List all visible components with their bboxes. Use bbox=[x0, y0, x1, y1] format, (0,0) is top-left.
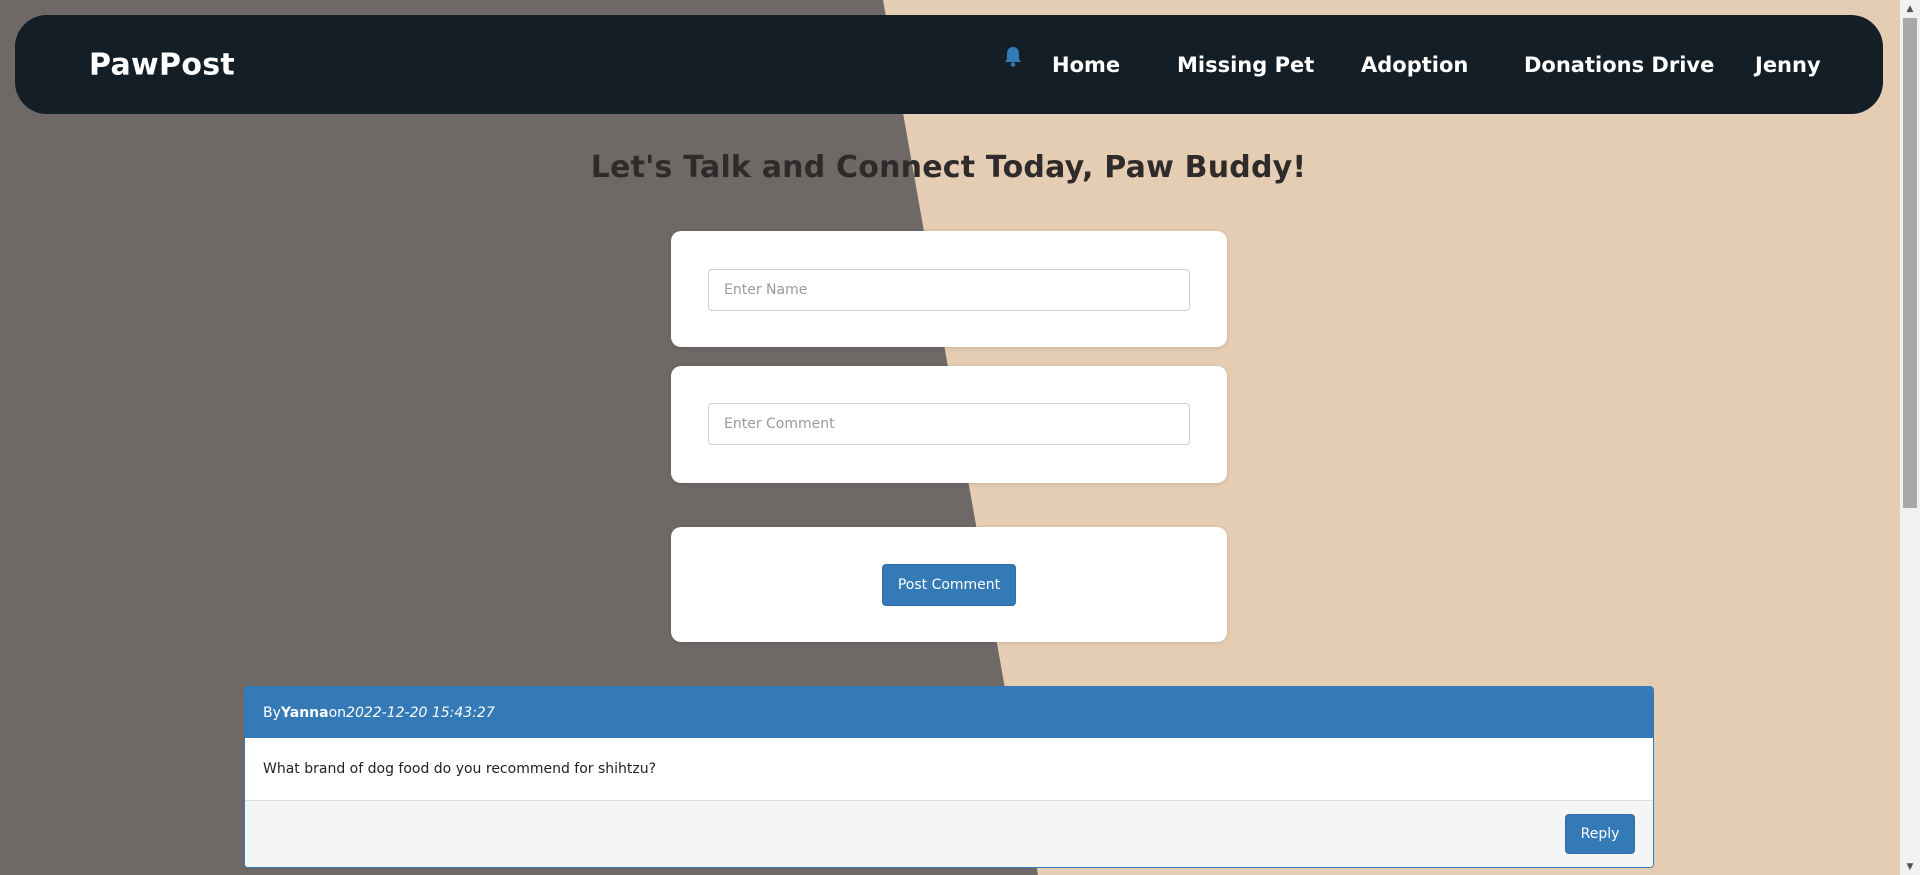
nav-link-user-profile[interactable]: Jenny bbox=[1755, 53, 1821, 77]
page: PawPost Home Missing Pet Adoption Donati… bbox=[0, 0, 1900, 875]
nav-link-missing-pet[interactable]: Missing Pet bbox=[1177, 53, 1314, 77]
name-card bbox=[671, 231, 1227, 347]
scrollbar[interactable]: ▲ ▼ bbox=[1900, 0, 1920, 875]
scroll-up-arrow-icon[interactable]: ▲ bbox=[1900, 0, 1920, 17]
navbar: PawPost Home Missing Pet Adoption Donati… bbox=[15, 15, 1883, 114]
reply-button[interactable]: Reply bbox=[1565, 814, 1635, 854]
comment-by-label: By bbox=[263, 704, 281, 721]
comment-author: Yanna bbox=[280, 704, 329, 721]
scrollbar-thumb[interactable] bbox=[1903, 18, 1917, 508]
nav-link-donations-drive[interactable]: Donations Drive bbox=[1524, 53, 1714, 77]
brand-logo[interactable]: PawPost bbox=[89, 47, 235, 82]
post-comment-button[interactable]: Post Comment bbox=[882, 564, 1016, 606]
comment-header: By Yanna on 2022-12-20 15:43:27 bbox=[245, 687, 1653, 738]
comment-card bbox=[671, 366, 1227, 483]
nav-link-adoption[interactable]: Adoption bbox=[1361, 53, 1468, 77]
comment-panel: By Yanna on 2022-12-20 15:43:27 What bra… bbox=[244, 686, 1654, 868]
comment-input[interactable] bbox=[708, 403, 1190, 445]
page-title: Let's Talk and Connect Today, Paw Buddy! bbox=[590, 150, 1307, 185]
comment-on-label: on bbox=[328, 704, 347, 721]
comment-footer: Reply bbox=[245, 800, 1653, 867]
nav-link-home[interactable]: Home bbox=[1052, 53, 1120, 77]
post-card: Post Comment bbox=[671, 527, 1227, 642]
comment-date: 2022-12-20 15:43:27 bbox=[346, 704, 495, 721]
comment-text: What brand of dog food do you recommend … bbox=[263, 761, 657, 777]
name-input[interactable] bbox=[708, 269, 1190, 311]
scroll-down-arrow-icon[interactable]: ▼ bbox=[1900, 858, 1920, 875]
bell-icon[interactable] bbox=[998, 42, 1028, 72]
